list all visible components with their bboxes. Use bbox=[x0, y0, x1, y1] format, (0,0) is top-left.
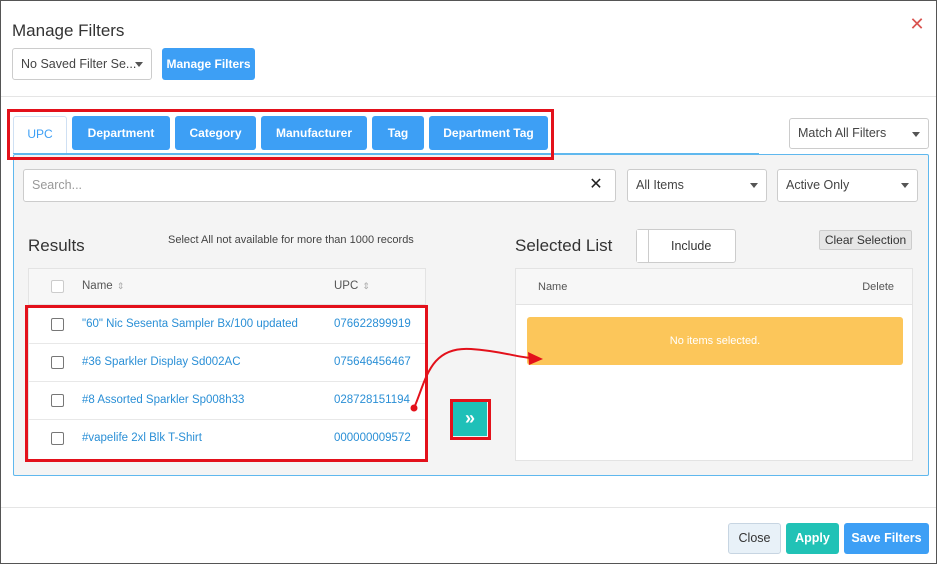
column-header-name-label: Name bbox=[82, 280, 113, 292]
clear-search-icon[interactable]: ✕ bbox=[588, 177, 604, 193]
row-name-link[interactable]: #vapelife 2xl Blk T-Shirt bbox=[82, 432, 202, 444]
saved-filter-select[interactable]: No Saved Filter Se... bbox=[12, 48, 152, 80]
double-chevron-right-icon: » bbox=[464, 408, 475, 428]
table-row: #8 Assorted Sparkler Sp008h33 0287281511… bbox=[29, 382, 425, 420]
search-placeholder: Search... bbox=[32, 178, 83, 192]
include-label: Include bbox=[671, 239, 712, 253]
select-all-note: Select All not available for more than 1… bbox=[168, 234, 414, 246]
row-checkbox[interactable] bbox=[51, 318, 64, 331]
close-icon[interactable]: ✕ bbox=[907, 14, 927, 34]
column-header-delete: Delete bbox=[862, 281, 894, 293]
results-title: Results bbox=[28, 236, 85, 255]
header-divider bbox=[1, 96, 936, 97]
tab-upc[interactable]: UPC bbox=[13, 116, 67, 154]
row-checkbox[interactable] bbox=[51, 356, 64, 369]
items-select-value: All Items bbox=[636, 178, 684, 192]
column-header-name[interactable]: Name ⇕ bbox=[82, 280, 124, 292]
row-upc-link[interactable]: 076622899919 bbox=[334, 318, 411, 330]
row-name-link[interactable]: #36 Sparkler Display Sd002AC bbox=[82, 356, 241, 368]
manage-filters-button[interactable]: Manage Filters bbox=[162, 48, 255, 80]
row-upc-link[interactable]: 075646456467 bbox=[334, 356, 411, 368]
tab-tag[interactable]: Tag bbox=[372, 116, 424, 150]
chevron-down-icon bbox=[912, 132, 920, 137]
dialog-title: Manage Filters bbox=[12, 21, 125, 40]
clear-selection-button[interactable]: Clear Selection bbox=[819, 230, 912, 250]
results-table-header: Name ⇕ UPC ⇕ bbox=[29, 269, 425, 305]
saved-filter-select-value: No Saved Filter Se... bbox=[21, 57, 137, 71]
save-filters-button[interactable]: Save Filters bbox=[844, 523, 929, 554]
tab-department[interactable]: Department bbox=[72, 116, 170, 150]
row-upc-link[interactable]: 028728151194 bbox=[334, 394, 410, 406]
table-row: #vapelife 2xl Blk T-Shirt 000000009572 bbox=[29, 420, 425, 458]
match-filters-select-value: Match All Filters bbox=[798, 126, 887, 140]
match-filters-select[interactable]: Match All Filters bbox=[789, 118, 929, 149]
status-select[interactable]: Active Only bbox=[777, 169, 918, 202]
column-header-upc[interactable]: UPC ⇕ bbox=[334, 280, 370, 292]
tab-category[interactable]: Category bbox=[175, 116, 256, 150]
include-toggle[interactable]: Include bbox=[636, 229, 736, 263]
table-row: "60" Nic Sesenta Sampler Bx/100 updated … bbox=[29, 306, 425, 344]
items-select[interactable]: All Items bbox=[627, 169, 767, 202]
selected-table: Name Delete No items selected. bbox=[515, 268, 913, 461]
row-checkbox[interactable] bbox=[51, 432, 64, 445]
search-input[interactable]: Search... bbox=[23, 169, 616, 202]
column-header-name: Name bbox=[538, 281, 568, 293]
toggle-handle bbox=[637, 230, 649, 262]
sort-icon: ⇕ bbox=[362, 281, 370, 291]
row-checkbox[interactable] bbox=[51, 394, 64, 407]
chevron-down-icon bbox=[750, 183, 758, 188]
sort-icon: ⇕ bbox=[116, 281, 125, 291]
row-name-link[interactable]: #8 Assorted Sparkler Sp008h33 bbox=[82, 394, 244, 406]
manage-filters-dialog: Manage Filters ✕ No Saved Filter Se... M… bbox=[0, 0, 937, 564]
tab-department-tag[interactable]: Department Tag bbox=[429, 116, 548, 150]
tab-underline bbox=[13, 153, 759, 154]
row-name-link[interactable]: "60" Nic Sesenta Sampler Bx/100 updated bbox=[82, 318, 298, 330]
row-upc-link[interactable]: 000000009572 bbox=[334, 432, 411, 444]
column-header-upc-label: UPC bbox=[334, 280, 359, 292]
selected-table-header: Name Delete bbox=[516, 269, 912, 305]
results-table: Name ⇕ UPC ⇕ "60" Nic Sesenta Sampler Bx/1… bbox=[28, 268, 426, 460]
footer-divider bbox=[1, 507, 936, 508]
empty-selection-message: No items selected. bbox=[527, 317, 903, 365]
close-button[interactable]: Close bbox=[728, 523, 781, 554]
select-all-checkbox bbox=[51, 280, 64, 293]
move-to-selected-button[interactable]: » bbox=[453, 402, 487, 436]
selected-list-title: Selected List bbox=[515, 236, 613, 255]
status-select-value: Active Only bbox=[786, 178, 850, 192]
tab-manufacturer[interactable]: Manufacturer bbox=[261, 116, 367, 150]
apply-button[interactable]: Apply bbox=[786, 523, 839, 554]
table-row: #36 Sparkler Display Sd002AC 07564645646… bbox=[29, 344, 425, 382]
chevron-down-icon bbox=[901, 183, 909, 188]
chevron-down-icon bbox=[135, 62, 143, 67]
